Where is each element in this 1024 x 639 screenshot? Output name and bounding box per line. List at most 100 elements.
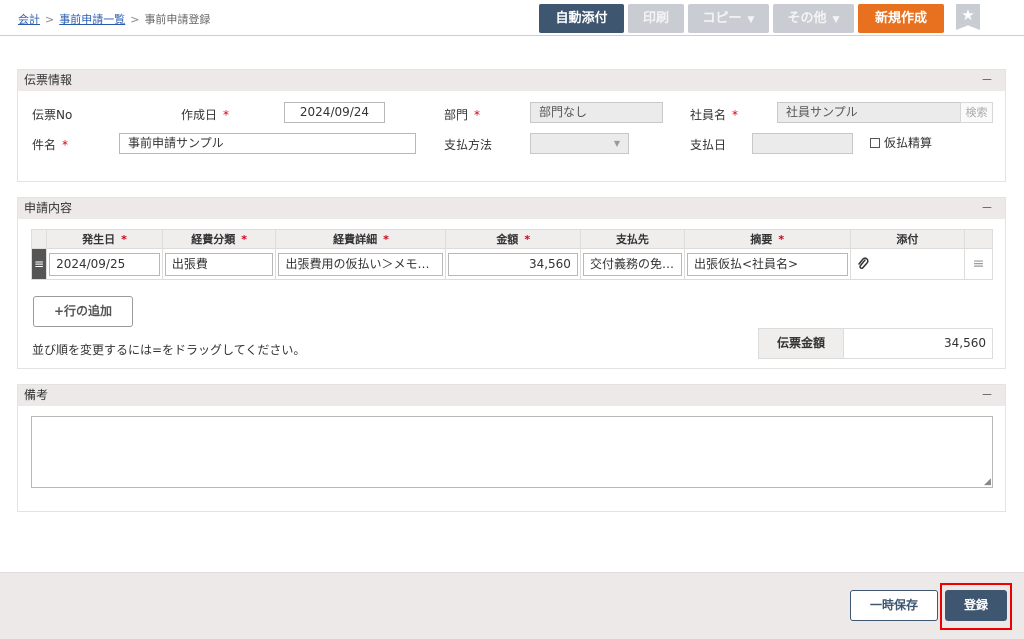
panel-header: 伝票情報 － xyxy=(18,70,1005,91)
required-mark: * xyxy=(732,108,739,122)
temporary-save-button[interactable]: 一時保存 xyxy=(850,590,938,621)
required-mark: * xyxy=(474,108,481,122)
breadcrumb-separator: > xyxy=(45,13,55,26)
voucher-total-label: 伝票金額 xyxy=(758,328,844,359)
column-header-label: 経費詳細 xyxy=(333,233,378,246)
payee-input[interactable]: 交付義務の免… xyxy=(582,252,682,276)
breadcrumb-separator: > xyxy=(130,13,140,26)
register-button[interactable]: 登録 xyxy=(945,590,1007,621)
category-cell: 出張費 xyxy=(161,248,277,280)
chevron-down-icon: ▼ xyxy=(832,15,840,25)
remarks-panel: 備考 － ◢ xyxy=(17,384,1006,512)
summary-cell: 出張仮払<社員名> xyxy=(683,248,851,280)
print-button[interactable]: 印刷 xyxy=(628,4,684,33)
auto-attach-button[interactable]: 自動添付 xyxy=(539,4,624,33)
column-header-detail: 経費詳細 * xyxy=(275,229,447,249)
voucher-total-value: 34,560 xyxy=(843,328,993,359)
employee-label-text: 社員名 xyxy=(690,108,727,122)
reorder-hint: 並び順を変更するには=をドラッグしてください。 xyxy=(32,343,306,357)
created-date-label: 作成日 * xyxy=(181,106,229,123)
employee-search-button[interactable]: 検索 xyxy=(960,102,993,123)
footer-bar: 一時保存 登録 xyxy=(0,572,1024,639)
panel-header: 申請内容 － xyxy=(18,198,1005,219)
created-date-field[interactable]: 2024/09/24 xyxy=(284,102,385,123)
required-mark: * xyxy=(121,233,127,246)
employee-field[interactable]: 社員サンプル xyxy=(777,102,961,123)
application-content-panel: 申請内容 － 発生日 * 経費分類 * 経費詳細 * 金額 * 支払先 摘要 * 添付 ≡… xyxy=(17,197,1006,369)
created-date-label-text: 作成日 xyxy=(181,108,218,122)
add-row-button[interactable]: +行の追加 xyxy=(33,296,133,327)
row-menu-icon[interactable]: ≡ xyxy=(964,248,993,280)
date-cell: 2024/09/25 xyxy=(46,248,163,280)
employee-label: 社員名 * xyxy=(690,106,738,123)
table-header-row: 発生日 * 経費分類 * 経費詳細 * 金額 * 支払先 摘要 * 添付 xyxy=(30,229,993,249)
remarks-textarea[interactable] xyxy=(31,416,993,488)
breadcrumb-link-accounting[interactable]: 会計 xyxy=(18,13,40,26)
column-header-label: 金額 xyxy=(496,233,519,246)
table-row: ≡ 2024/09/25 出張費 出張費用の仮払い＞メモ… 34,560 交付義… xyxy=(30,248,993,280)
column-header-summary: 摘要 * xyxy=(683,229,851,249)
panel-title: 備考 xyxy=(24,388,49,402)
collapse-icon[interactable]: － xyxy=(981,198,993,219)
required-mark: * xyxy=(778,233,785,246)
column-header-label: 経費分類 xyxy=(191,233,236,246)
panel-header: 備考 － xyxy=(18,385,1005,406)
column-header-attachment: 添付 xyxy=(849,229,966,249)
column-header-label: 添付 xyxy=(896,233,919,246)
row-menu-column-header xyxy=(964,229,993,249)
chevron-down-icon: ▼ xyxy=(747,15,755,25)
copy-button-label: コピー xyxy=(702,11,742,26)
date-input[interactable]: 2024/09/25 xyxy=(49,252,160,276)
subject-label: 件名 * xyxy=(32,136,68,153)
amount-input[interactable]: 34,560 xyxy=(448,252,578,276)
detail-cell: 出張費用の仮払い＞メモ… xyxy=(275,248,447,280)
chevron-down-icon: ▼ xyxy=(613,139,620,148)
provisional-settlement-label: 仮払精算 xyxy=(884,136,933,150)
required-mark: * xyxy=(62,138,69,152)
required-mark: * xyxy=(383,233,389,246)
amount-cell: 34,560 xyxy=(445,248,581,280)
attachment-cell xyxy=(849,248,966,280)
breadcrumb-link-application-list[interactable]: 事前申請一覧 xyxy=(59,13,125,26)
payment-method-label: 支払方法 xyxy=(444,138,493,152)
column-header-amount: 金額 * xyxy=(445,229,581,249)
category-input[interactable]: 出張費 xyxy=(164,252,274,276)
column-header-category: 経費分類 * xyxy=(161,229,277,249)
checkbox-icon[interactable] xyxy=(870,138,880,148)
star-icon[interactable]: ★ xyxy=(956,4,980,30)
voucher-info-panel: 伝票情報 － 伝票No 作成日 * 2024/09/24 部門 * 部門なし 社員名… xyxy=(17,69,1006,182)
subject-label-text: 件名 xyxy=(32,138,57,152)
required-mark: * xyxy=(524,233,531,246)
column-header-label: 摘要 xyxy=(750,233,773,246)
top-toolbar: 会計 > 事前申請一覧 > 事前申請登録 自動添付 印刷 コピー ▼ その他 ▼ 新規作成 … xyxy=(0,0,1024,36)
payment-date-field[interactable] xyxy=(752,133,853,154)
other-button[interactable]: その他 ▼ xyxy=(773,4,854,33)
detail-input[interactable]: 出張費用の仮払い＞メモ… xyxy=(278,252,444,276)
column-header-date: 発生日 * xyxy=(46,229,163,249)
column-header-payee: 支払先 xyxy=(579,229,685,249)
required-mark: * xyxy=(241,233,248,246)
payment-method-select[interactable]: ▼ xyxy=(530,133,629,154)
subject-field[interactable]: 事前申請サンプル xyxy=(119,133,416,154)
provisional-settlement-checkbox[interactable]: 仮払精算 xyxy=(870,134,932,151)
column-header-label: 支払先 xyxy=(615,233,649,246)
other-button-label: その他 xyxy=(787,11,827,26)
new-create-button[interactable]: 新規作成 xyxy=(858,4,944,33)
resize-grip-icon[interactable]: ◢ xyxy=(984,477,991,487)
summary-input[interactable]: 出張仮払<社員名> xyxy=(686,252,848,276)
voucher-no-label: 伝票No xyxy=(32,108,73,122)
collapse-icon[interactable]: － xyxy=(981,70,993,91)
dept-label-text: 部門 xyxy=(444,108,469,122)
column-header-label: 発生日 xyxy=(82,233,116,246)
payee-cell: 交付義務の免… xyxy=(579,248,685,280)
panel-title: 伝票情報 xyxy=(24,73,73,87)
breadcrumb-current: 事前申請登録 xyxy=(144,13,211,26)
required-mark: * xyxy=(223,108,230,122)
dept-field[interactable]: 部門なし xyxy=(530,102,663,123)
collapse-icon[interactable]: － xyxy=(981,385,993,406)
drag-handle-icon[interactable]: ≡ xyxy=(30,248,48,280)
paperclip-icon[interactable] xyxy=(856,257,870,271)
expense-table: 発生日 * 経費分類 * 経費詳細 * 金額 * 支払先 摘要 * 添付 ≡ 2024/0… xyxy=(30,229,993,280)
copy-button[interactable]: コピー ▼ xyxy=(688,4,769,33)
dept-label: 部門 * xyxy=(444,106,480,123)
